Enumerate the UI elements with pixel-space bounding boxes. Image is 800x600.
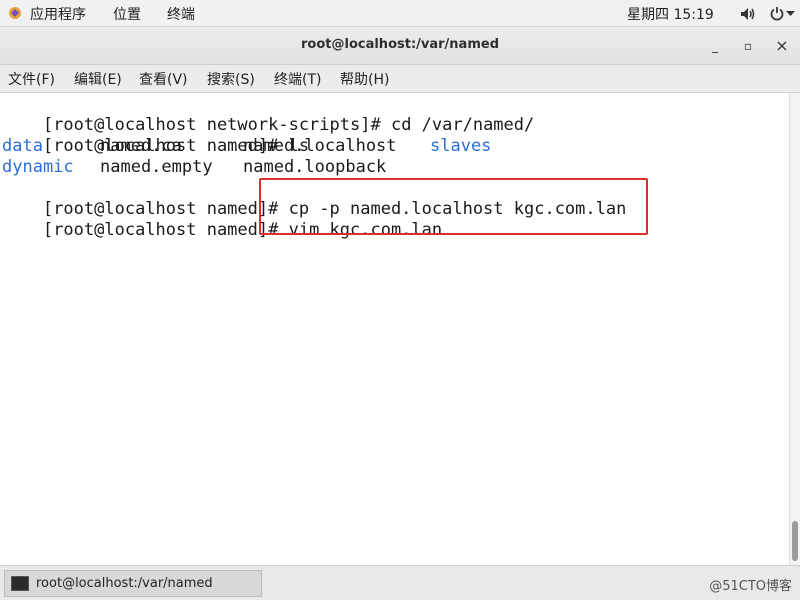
shell-command: cd /var/named/ (380, 115, 535, 135)
applications-menu[interactable]: 应用程序 (30, 4, 86, 24)
ls-entry-file: named.ca (100, 136, 182, 156)
window-titlebar[interactable]: root@localhost:/var/named _ ▫ × (0, 27, 800, 65)
volume-icon[interactable] (740, 7, 756, 21)
ls-output-row: data named.ca named.localhost slaves (2, 136, 782, 157)
applications-icon[interactable] (8, 6, 22, 20)
menu-edit[interactable]: 编辑(E) (74, 69, 122, 89)
menu-view[interactable]: 查看(V) (139, 69, 188, 89)
bottom-taskbar: root@localhost:/var/named @51CTO博客 (0, 565, 800, 600)
ls-entry-dir: slaves (430, 136, 492, 156)
ls-entry-file: named.localhost (243, 136, 397, 156)
menu-file[interactable]: 文件(F) (8, 69, 55, 89)
maximize-button[interactable]: ▫ (737, 35, 759, 57)
menu-search[interactable]: 搜索(S) (207, 69, 255, 89)
terminal-line: [root@localhost named]# ls (2, 115, 309, 156)
window-title: root@localhost:/var/named (301, 37, 499, 52)
menu-help[interactable]: 帮助(H) (340, 69, 389, 89)
top-bar: 应用程序 位置 终端 星期四 15:19 (0, 0, 800, 27)
ls-entry-file: named.loopback (243, 157, 387, 177)
terminal-line: [root@localhost network-scripts]# cd /va… (2, 94, 534, 135)
power-icon[interactable] (770, 6, 784, 21)
scrollbar-thumb[interactable] (792, 521, 798, 561)
terminal-app-menu[interactable]: 终端 (167, 4, 195, 24)
minimize-button[interactable]: _ (704, 35, 726, 57)
ls-entry-file: named.empty (100, 157, 213, 177)
ls-entry-dir: data (2, 136, 43, 156)
annotation-highlight-box (259, 178, 648, 235)
places-menu[interactable]: 位置 (113, 4, 141, 24)
ls-entry-dir: dynamic (2, 157, 74, 177)
menu-bar: 文件(F) 编辑(E) 查看(V) 搜索(S) 终端(T) 帮助(H) (0, 65, 800, 93)
watermark: @51CTO博客 (709, 579, 792, 594)
ls-output-row: dynamic named.empty named.loopback (2, 157, 782, 178)
taskbar-window-entry[interactable]: root@localhost:/var/named (4, 570, 262, 597)
close-button[interactable]: × (771, 35, 793, 57)
terminal-scrollbar[interactable] (789, 93, 800, 565)
clock[interactable]: 星期四 15:19 (627, 4, 714, 24)
terminal-icon (11, 576, 29, 591)
shell-prompt: [root@localhost named]# (42, 220, 279, 240)
terminal-output[interactable]: [root@localhost network-scripts]# cd /va… (0, 93, 789, 565)
taskbar-window-label: root@localhost:/var/named (36, 576, 213, 591)
chevron-down-icon[interactable] (786, 11, 795, 17)
menu-terminal[interactable]: 终端(T) (274, 69, 321, 89)
